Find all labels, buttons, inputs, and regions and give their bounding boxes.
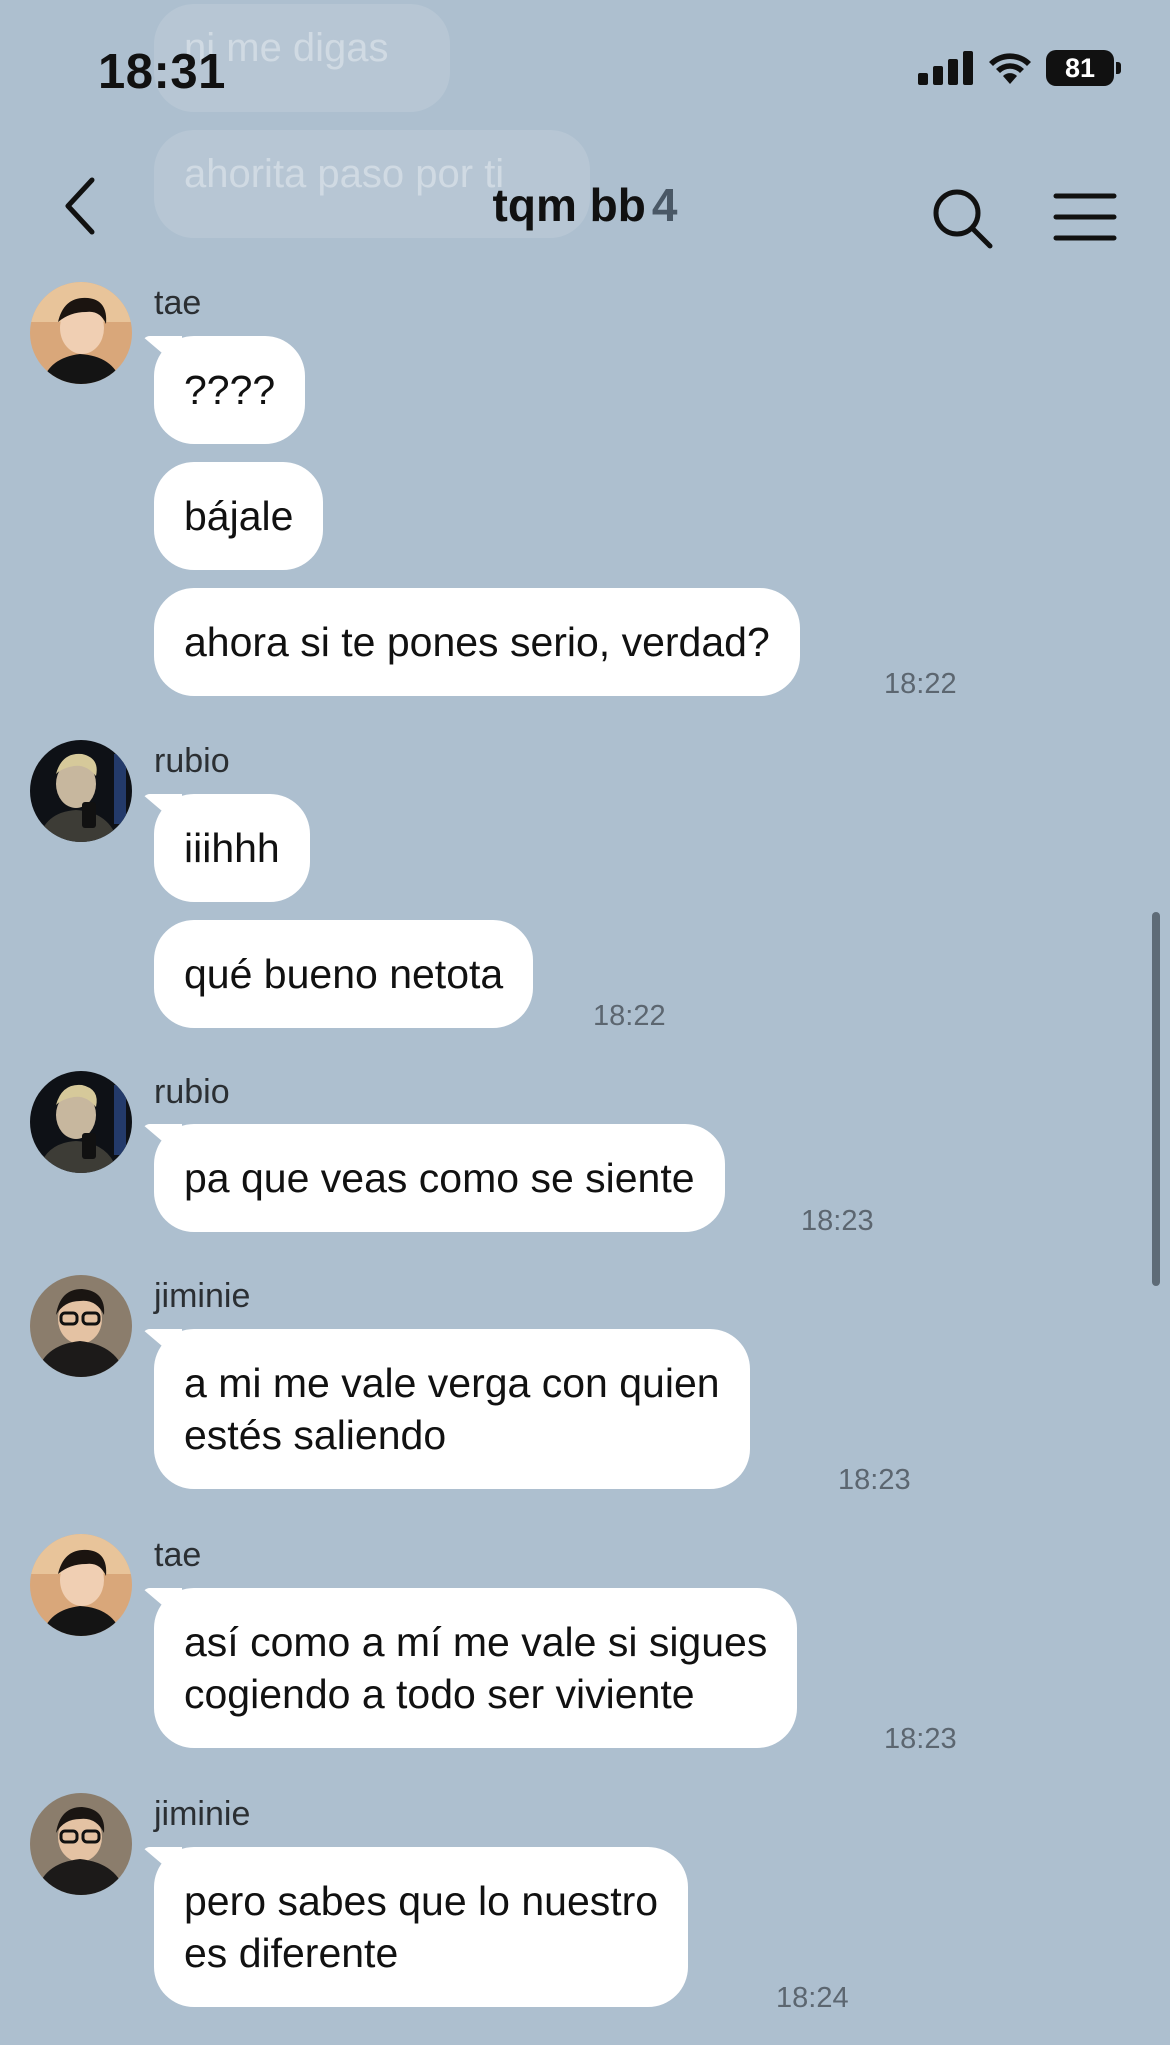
status-icons: 81 [918, 50, 1121, 86]
avatar-tae[interactable] [30, 1534, 132, 1636]
avatar-tae[interactable] [30, 282, 132, 384]
group-name: tqm bb [492, 179, 646, 231]
avatar-rubio[interactable] [30, 740, 132, 842]
sender-name: jiminie [154, 1795, 251, 1833]
cellular-signal-icon [918, 51, 973, 85]
battery-level: 81 [1064, 52, 1096, 83]
sender-name: jiminie [154, 1277, 251, 1315]
message-bubble[interactable]: así como a mí me vale si sigues cogiendo… [154, 1588, 798, 1748]
battery-icon: 81 [1046, 50, 1121, 86]
hamburger-menu-icon [1053, 193, 1117, 241]
message-time: 18:23 [838, 1464, 911, 1496]
avatar-jiminie[interactable] [30, 1793, 132, 1895]
message-time: 18:24 [776, 1982, 849, 2014]
message-bubble[interactable]: pa que veas como se siente [154, 1124, 725, 1232]
status-time: 18:31 [98, 45, 226, 99]
message-bubble[interactable]: qué bueno netota [154, 920, 534, 1028]
message-bubble[interactable]: ahora si te pones serio, verdad? [154, 588, 800, 696]
wifi-icon [989, 53, 1031, 84]
message-bubble[interactable]: pero sabes que lo nuestro es diferente [154, 1847, 689, 2007]
sender-name: tae [154, 1536, 202, 1574]
message-time: 18:23 [801, 1205, 874, 1237]
sender-name: rubio [154, 1073, 230, 1111]
scrollbar[interactable] [1152, 912, 1160, 1286]
member-count: 4 [651, 179, 678, 231]
message-time: 18:22 [593, 1000, 666, 1032]
avatar-jiminie[interactable] [30, 1275, 132, 1377]
message-bubble[interactable]: a mi me vale verga con quien estés salie… [154, 1329, 750, 1489]
message-bubble[interactable]: ???? [154, 336, 306, 444]
message-bubble[interactable]: bájale [154, 462, 324, 570]
chat-screen: ni me digas ahorita paso por ti 18:31 81… [0, 0, 1170, 2045]
search-icon [933, 189, 993, 249]
sender-name: rubio [154, 742, 230, 780]
sender-name: tae [154, 284, 202, 322]
message-bubble[interactable]: iiihhh [154, 794, 310, 902]
message-time: 18:22 [884, 668, 957, 700]
menu-button[interactable] [1052, 190, 1118, 244]
message-time: 18:23 [884, 1723, 957, 1755]
search-button[interactable] [930, 186, 996, 252]
avatar-rubio[interactable] [30, 1071, 132, 1173]
